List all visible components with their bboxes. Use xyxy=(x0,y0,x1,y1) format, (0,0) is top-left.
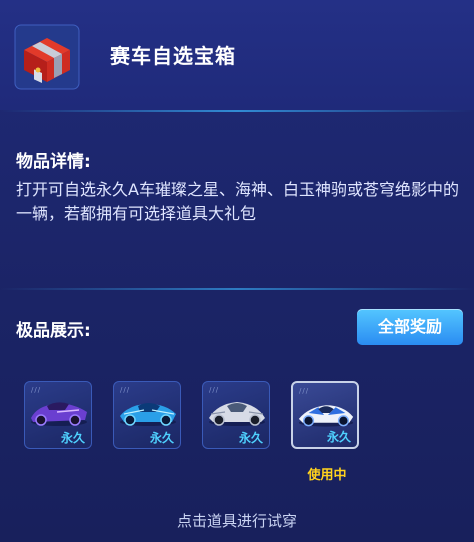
try-on-hint: 点击道具进行试穿 xyxy=(176,512,297,530)
purple-race-car-icon xyxy=(31,402,87,426)
permanent-tag: 永久 xyxy=(60,431,85,445)
silver-race-car-icon xyxy=(209,402,265,426)
white-blue-race-car-icon xyxy=(298,405,354,427)
reward-item-1[interactable]: /// 永久 xyxy=(24,381,92,449)
treasure-chest-icon xyxy=(14,24,80,90)
blue-race-car-icon xyxy=(120,403,176,426)
reward-item-3[interactable]: /// 永久 xyxy=(202,381,270,449)
showcase-label: 极品展示: xyxy=(16,321,91,341)
chest-detail-panel: 赛车自选宝箱 物品详情: 打开可自选永久A车璀璨之星、海神、白玉神驹或苍穹绝影中… xyxy=(0,0,474,542)
permanent-tag: 永久 xyxy=(149,431,174,445)
all-rewards-button[interactable]: 全部奖励 xyxy=(357,309,463,345)
details-label: 物品详情: xyxy=(16,152,91,172)
page-title: 赛车自选宝箱 xyxy=(110,44,236,68)
divider xyxy=(0,288,474,290)
divider xyxy=(0,110,474,112)
item-description: 打开可自选永久A车璀璨之星、海神、白玉神驹或苍穹绝影中的一辆，若都拥有可选择道具… xyxy=(16,180,459,223)
panel-header: 赛车自选宝箱 xyxy=(0,0,474,110)
permanent-tag: 永久 xyxy=(238,431,263,445)
reward-item-4[interactable]: /// 永久 xyxy=(291,381,359,449)
permanent-tag: 永久 xyxy=(326,430,351,444)
in-use-label: 使用中 xyxy=(307,468,347,483)
reward-item-2[interactable]: /// 永久 xyxy=(113,381,181,449)
